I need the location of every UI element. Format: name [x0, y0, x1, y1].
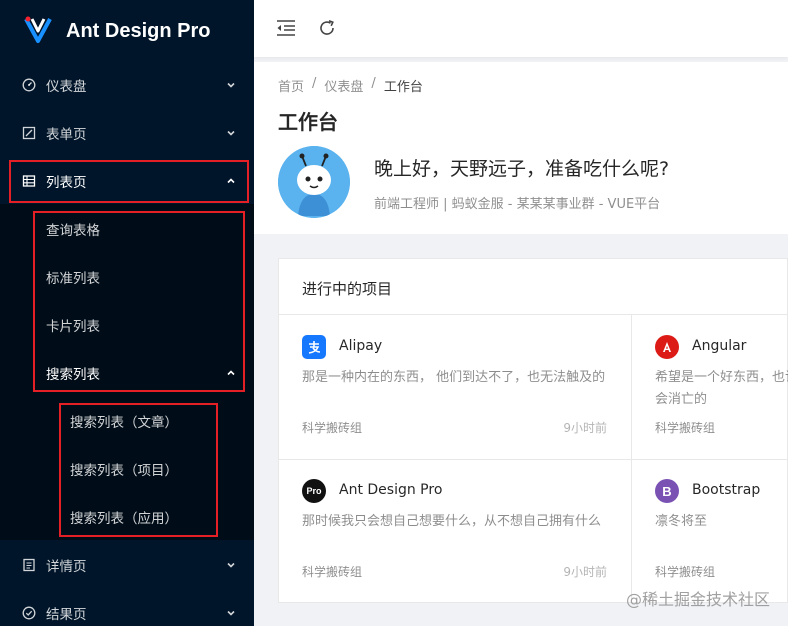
project-item-ant-design-pro[interactable]: Pro Ant Design Pro 那时候我只会想自己想要什么，从不想自己拥有…: [279, 459, 631, 603]
greeting-text: 晚上好，天野远子，准备吃什么呢?: [374, 158, 670, 180]
project-description: 凛冬将至: [655, 514, 708, 529]
check-circle-icon: [22, 606, 36, 620]
project-name[interactable]: Bootstrap: [692, 482, 760, 498]
project-group[interactable]: 科学搬砖组: [302, 563, 362, 580]
project-item-bootstrap[interactable]: B Bootstrap 凛冬将至 科学搬砖组: [632, 459, 788, 603]
top-header: [254, 0, 788, 57]
sidebar-item-result[interactable]: 结果页: [0, 593, 254, 626]
breadcrumb-separator: /: [312, 76, 317, 91]
highlight-box: [59, 403, 218, 537]
profile-icon: [22, 558, 36, 572]
form-icon: [22, 126, 36, 140]
dashboard-icon: [22, 78, 36, 92]
avatar: [278, 146, 350, 218]
breadcrumb: 首页 / 仪表盘 / 工作台: [278, 76, 423, 95]
breadcrumb-dashboard[interactable]: 仪表盘: [324, 76, 363, 95]
project-group[interactable]: 科学搬砖组: [655, 563, 715, 580]
chevron-down-icon: [226, 80, 236, 90]
card-header: 进行中的项目: [279, 259, 788, 315]
sidebar-item-label: 详情页: [46, 559, 87, 575]
sidebar-item-profile[interactable]: 详情页: [0, 545, 254, 585]
project-description: 那时候我只会想自己想要什么，从不想自己拥有什么: [302, 514, 602, 529]
sidebar-item-form[interactable]: 表单页: [0, 113, 254, 153]
project-name[interactable]: Alipay: [339, 338, 382, 354]
chevron-down-icon: [226, 128, 236, 138]
page-title: 工作台: [278, 110, 338, 134]
highlight-box: [33, 211, 245, 392]
project-group[interactable]: 科学搬砖组: [302, 419, 362, 436]
highlight-box: [9, 160, 249, 203]
angular-icon: [655, 335, 679, 359]
page-header: 首页 / 仪表盘 / 工作台 工作台 晚上好，天野远子，准备吃什么呢? 前端工程…: [254, 62, 788, 234]
app-title: Ant Design Pro: [66, 19, 211, 42]
project-name[interactable]: Ant Design Pro: [339, 482, 442, 498]
menu-fold-icon[interactable]: [276, 18, 296, 38]
card-title: 进行中的项目: [302, 280, 393, 298]
project-name[interactable]: Angular: [692, 338, 746, 354]
profile-description: 前端工程师 | 蚂蚁金服 - 某某某事业群 - VUE平台: [374, 197, 661, 212]
chevron-down-icon: [226, 560, 236, 570]
breadcrumb-separator: /: [371, 76, 376, 91]
sidebar-item-label: 表单页: [46, 127, 87, 143]
alipay-icon: [302, 335, 326, 359]
project-description: 希望是一个好东西，也许是最好的，好东西是不会消亡的: [655, 370, 788, 407]
breadcrumb-home[interactable]: 首页: [278, 76, 304, 95]
sidebar-item-label: 结果页: [46, 607, 87, 623]
breadcrumb-current: 工作台: [383, 80, 423, 95]
sidebar-item-dashboard[interactable]: 仪表盘: [0, 65, 254, 105]
sidebar-item-label: 仪表盘: [46, 79, 87, 95]
project-item-alipay[interactable]: Alipay 那是一种内在的东西， 他们到达不了，也无法触及的 科学搬砖组 9小…: [279, 315, 631, 459]
project-group[interactable]: 科学搬砖组: [655, 419, 715, 436]
project-time: 9小时前: [563, 421, 607, 435]
logo[interactable]: Ant Design Pro: [24, 14, 210, 48]
sidebar: Ant Design Pro 仪表盘 表单页 列表页 查询表格 标准列表 卡片列…: [0, 0, 254, 626]
projects-card: 进行中的项目 Alipay 那是一种内在的东西， 他们到达不了，也无法触及的 科…: [278, 258, 788, 603]
project-time: 9小时前: [563, 565, 607, 579]
ant-logo-icon: [24, 16, 52, 43]
project-item-angular[interactable]: Angular 希望是一个好东西，也许是最好的，好东西是不会消亡的 科学搬砖组: [632, 315, 788, 459]
project-description: 那是一种内在的东西， 他们到达不了，也无法触及的: [302, 370, 606, 385]
watermark: @稀土掘金技术社区: [625, 590, 770, 609]
pro-icon: Pro: [302, 479, 326, 503]
bootstrap-icon: B: [655, 479, 679, 503]
chevron-down-icon: [226, 608, 236, 618]
reload-icon[interactable]: [317, 18, 337, 38]
